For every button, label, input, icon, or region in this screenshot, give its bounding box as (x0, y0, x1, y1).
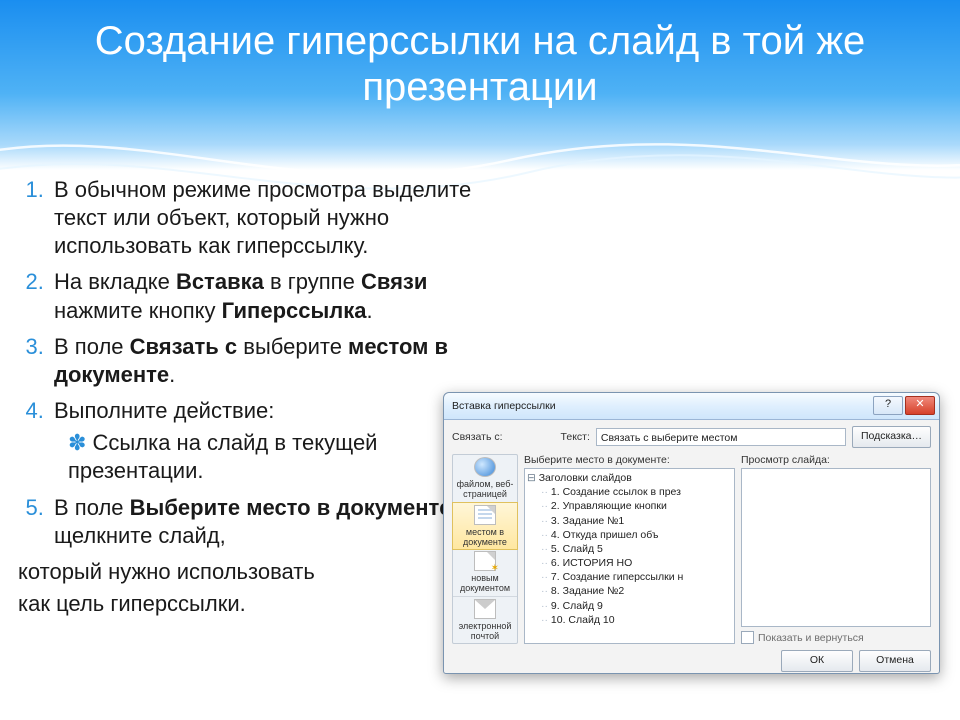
slide-title: Создание гиперссылки на слайд в той же п… (0, 18, 960, 110)
link-to-file-web[interactable]: файлом, веб-страницей (453, 455, 517, 503)
txt: В поле (54, 495, 130, 520)
tree-item[interactable]: 4. Откуда пришел объ (541, 528, 732, 542)
tree-item[interactable]: 2. Управляющие кнопки (541, 499, 732, 513)
show-return-checkbox[interactable] (741, 631, 754, 644)
preview-label: Просмотр слайда: (741, 454, 931, 466)
tree-list: 1. Создание ссылок в през 2. Управляющие… (541, 485, 732, 627)
lbl: файлом, веб-страницей (455, 479, 515, 499)
new-document-icon (474, 551, 496, 571)
txt: Выберите место в документе (130, 495, 452, 520)
insert-hyperlink-dialog: Вставка гиперссылки ? ✕ Связать с: Текст… (443, 392, 940, 674)
dialog-body: Связать с: Текст: Связать с выберите мес… (444, 420, 939, 680)
txt: В обычном режиме просмотра выделите текс… (54, 177, 471, 258)
link-to-sidebar: файлом, веб-страницей местом в документе… (452, 454, 518, 644)
show-return-label: Показать и вернуться (758, 632, 864, 644)
dialog-titlebar: Вставка гиперссылки ? ✕ (444, 393, 939, 420)
link-to-email[interactable]: электронной почтой (453, 597, 517, 644)
tree-item[interactable]: 6. ИСТОРИЯ НО (541, 556, 732, 570)
link-to-new-doc[interactable]: новым документом (453, 549, 517, 597)
txt: В поле (54, 334, 130, 359)
txt: в группе (264, 269, 361, 294)
text-input[interactable]: Связать с выберите местом (596, 428, 846, 446)
tree-item[interactable]: 9. Слайд 9 (541, 599, 732, 613)
txt: . (169, 362, 175, 387)
txt: . (367, 298, 373, 323)
tree-item[interactable]: 5. Слайд 5 (541, 542, 732, 556)
tree-root[interactable]: Заголовки слайдов (527, 471, 732, 485)
lbl: новым документом (455, 573, 515, 593)
txt: Гиперссылка (222, 298, 367, 323)
mail-icon (474, 599, 496, 619)
place-label: Выберите место в документе: (524, 454, 735, 466)
lbl: электронной почтой (455, 621, 515, 641)
hint-button[interactable]: Подсказка… (852, 426, 931, 448)
txt: На вкладке (54, 269, 176, 294)
txt: выберите (237, 334, 348, 359)
globe-icon (474, 457, 496, 477)
tree-item[interactable]: 7. Создание гиперссылки н (541, 570, 732, 584)
txt: Выполните действие: (54, 398, 274, 423)
place-tree[interactable]: Заголовки слайдов 1. Создание ссылок в п… (524, 468, 735, 644)
ok-button[interactable]: ОК (781, 650, 853, 672)
text-label: Текст: (561, 431, 590, 443)
txt: щелкните слайд, (54, 523, 226, 548)
lbl: местом в документе (455, 527, 515, 547)
txt: Вставка (176, 269, 264, 294)
step-1: В обычном режиме просмотра выделите текс… (50, 176, 518, 260)
step-3: В поле Связать с выберите местом в докум… (50, 333, 518, 389)
help-button[interactable]: ? (873, 396, 903, 415)
slide-preview (741, 468, 931, 627)
tree-item[interactable]: 8. Задание №2 (541, 584, 732, 598)
txt: нажмите кнопку (54, 298, 222, 323)
slide: Создание гиперссылки на слайд в той же п… (0, 0, 960, 720)
tree-item[interactable]: 3. Задание №1 (541, 514, 732, 528)
dialog-title-text: Вставка гиперссылки (452, 400, 556, 412)
link-to-place-in-doc[interactable]: местом в документе (452, 502, 518, 551)
close-button[interactable]: ✕ (905, 396, 935, 415)
cancel-button[interactable]: Отмена (859, 650, 931, 672)
txt: Связи (361, 269, 427, 294)
link-with-label: Связать с: (452, 431, 503, 443)
tree-item[interactable]: 1. Создание ссылок в през (541, 485, 732, 499)
document-place-icon (474, 505, 496, 525)
step-2: На вкладке Вставка в группе Связи нажмит… (50, 268, 518, 324)
tree-item[interactable]: 10. Слайд 10 (541, 613, 732, 627)
txt: Связать с (130, 334, 238, 359)
